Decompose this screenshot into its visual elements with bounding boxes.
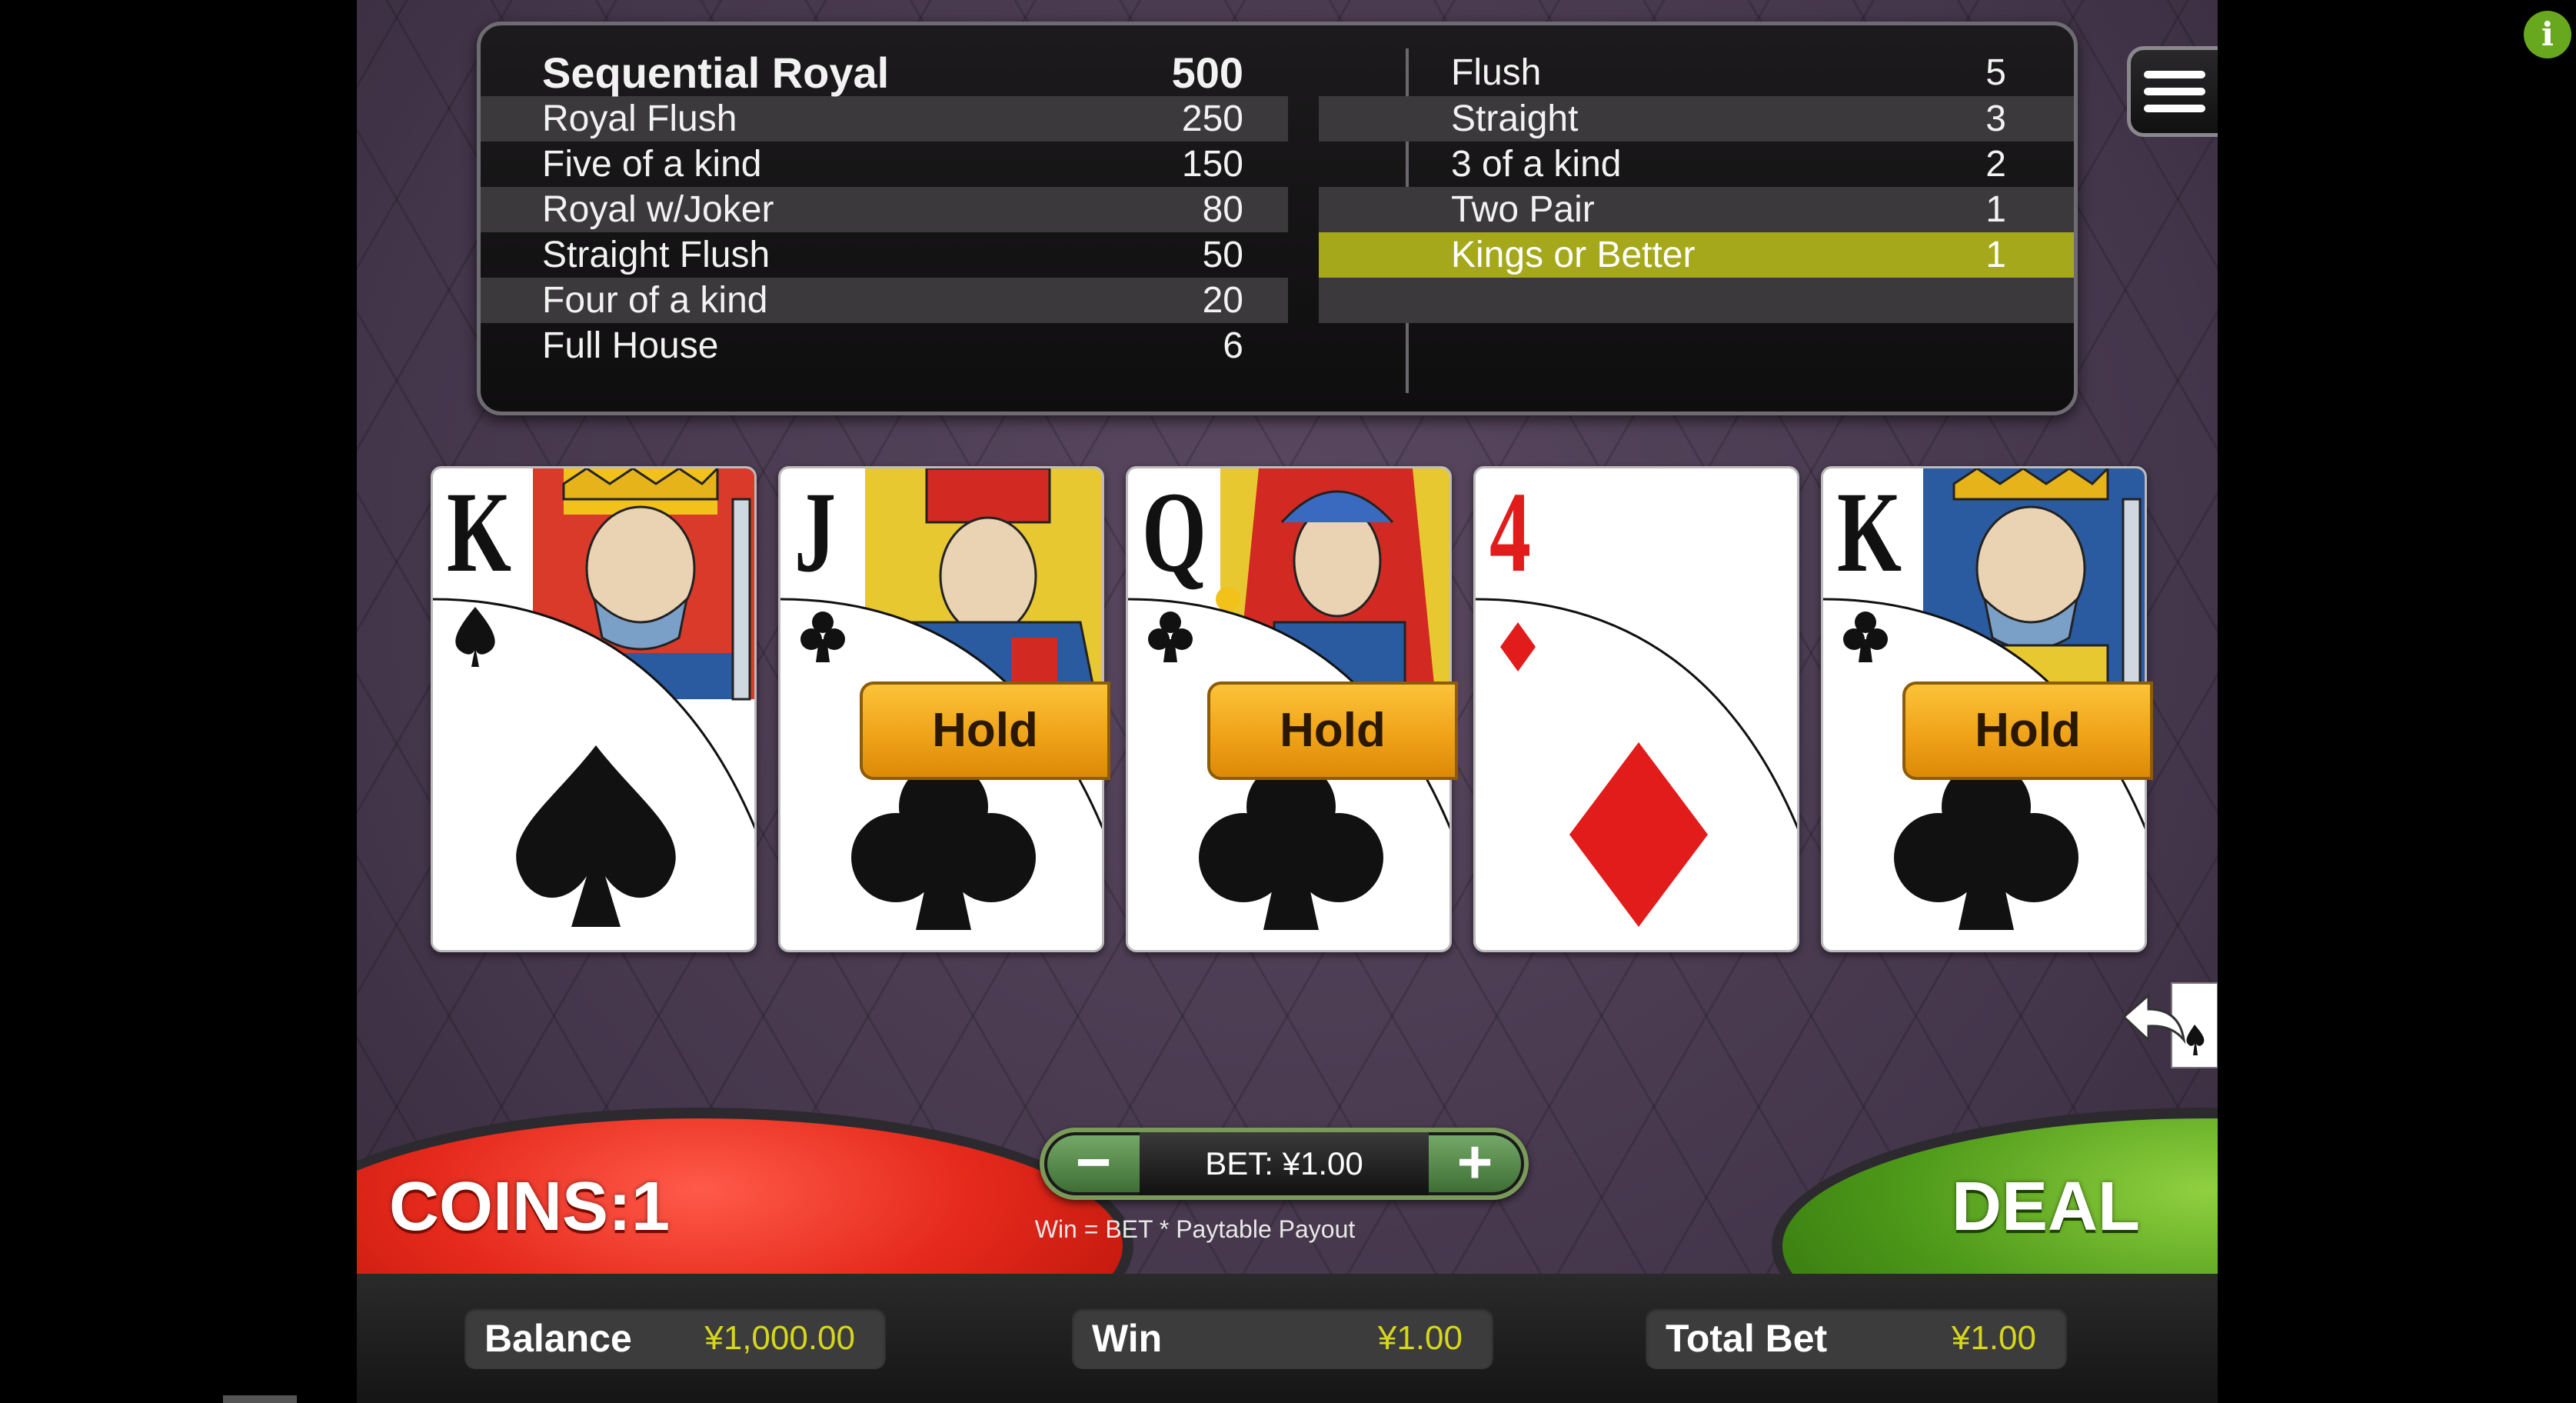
bet-decrease-button[interactable]: − — [1047, 1131, 1140, 1193]
undo-arrow-icon[interactable] — [2118, 978, 2218, 1071]
hand-name: 3 of a kind — [1451, 144, 1622, 185]
total-bet-display: Total Bet ¥1.00 — [1646, 1308, 2067, 1369]
hand-name: Five of a kind — [542, 144, 762, 185]
hand-payout: 80 — [1202, 189, 1243, 230]
paytable-row: 3 of a kind 2 — [1319, 142, 2074, 187]
hand-payout: 3 — [1985, 98, 2006, 139]
paytable-left-column: Sequential Royal 500 Royal Flush 250 Fiv… — [481, 48, 1288, 368]
balance-value: ¥1,000.00 — [704, 1319, 855, 1357]
win-label: Win — [1092, 1317, 1163, 1360]
hand-payout: 2 — [1985, 144, 2006, 185]
hand-name: Full House — [542, 325, 719, 366]
status-bar: Balance ¥1,000.00 Win ¥1.00 Total Bet ¥1… — [357, 1274, 2218, 1403]
bet-note: Win = BET * Paytable Payout — [1034, 1215, 1356, 1243]
hand-name: Royal Flush — [542, 98, 737, 139]
win-display: Win ¥1.00 — [1072, 1308, 1493, 1369]
hand-name: Flush — [1451, 52, 1542, 93]
hand-payout: 1 — [1985, 235, 2006, 275]
paytable-row: Four of a kind 20 — [481, 278, 1288, 323]
card-rank: K — [1837, 468, 1902, 596]
hand-name: Sequential Royal — [542, 48, 890, 97]
paytable-row: Straight 3 — [1319, 96, 2074, 142]
paytable-row: Sequential Royal 500 — [481, 48, 1288, 97]
hand-payout: 5 — [1985, 52, 2006, 93]
scrollbar-thumb[interactable] — [223, 1395, 297, 1403]
paytable-row: Full House 6 — [481, 323, 1288, 368]
card-1[interactable]: K — [431, 466, 757, 952]
paytable-row: Royal Flush 250 — [481, 96, 1288, 142]
total-bet-label: Total Bet — [1666, 1317, 1828, 1360]
paytable-row: Royal w/Joker 80 — [481, 187, 1288, 232]
card-rank: 4 — [1489, 468, 1531, 596]
hand-payout: 150 — [1181, 144, 1243, 185]
bet-increase-button[interactable]: + — [1429, 1131, 1521, 1193]
hand-name: Two Pair — [1451, 189, 1595, 230]
card-rank: Q — [1142, 468, 1207, 596]
paytable-row: Straight Flush 50 — [481, 232, 1288, 278]
hand-payout: 250 — [1181, 98, 1243, 139]
game-table: Sequential Royal 500 Royal Flush 250 Fiv… — [357, 0, 2218, 1403]
bet-control: − BET: ¥1.00 + — [1040, 1128, 1529, 1200]
paytable: Sequential Royal 500 Royal Flush 250 Fiv… — [477, 22, 2078, 415]
paytable-row: Five of a kind 150 — [481, 142, 1288, 187]
hand-name: Royal w/Joker — [542, 189, 774, 230]
hold-badge-card-2[interactable]: Hold — [860, 682, 1110, 780]
total-bet-value: ¥1.00 — [1951, 1319, 2036, 1357]
hand-name: Kings or Better — [1451, 235, 1696, 275]
info-icon[interactable]: i — [2524, 11, 2571, 58]
hand-payout: 1 — [1985, 189, 2006, 230]
hold-badge-card-3[interactable]: Hold — [1207, 682, 1458, 780]
card-rank: J — [794, 468, 836, 596]
paytable-row-highlighted: Kings or Better 1 — [1319, 232, 2074, 278]
hold-badge-card-5[interactable]: Hold — [1902, 682, 2153, 780]
hamburger-menu-icon[interactable] — [2127, 46, 2218, 137]
hand-payout: 20 — [1202, 280, 1243, 321]
hand-name: Straight Flush — [542, 235, 770, 275]
hand-name: Straight — [1451, 98, 1579, 139]
paytable-row: Flush 5 — [1319, 48, 2074, 96]
card-4[interactable]: 4 — [1473, 466, 1799, 952]
card-rank: K — [447, 468, 512, 596]
hand-payout: 6 — [1223, 325, 1243, 366]
balance-display: Balance ¥1,000.00 — [464, 1308, 886, 1369]
hand-payout: 50 — [1202, 235, 1243, 275]
hand-name: Four of a kind — [542, 280, 768, 321]
paytable-row-empty — [1319, 278, 2074, 323]
balance-label: Balance — [484, 1317, 632, 1360]
paytable-row: Two Pair 1 — [1319, 187, 2074, 232]
win-value: ¥1.00 — [1377, 1319, 1463, 1357]
bet-value: BET: ¥1.00 — [1140, 1132, 1429, 1195]
paytable-right-column: Flush 5 Straight 3 3 of a kind 2 Two Pai… — [1319, 48, 2074, 323]
hand-payout: 500 — [1171, 48, 1243, 97]
